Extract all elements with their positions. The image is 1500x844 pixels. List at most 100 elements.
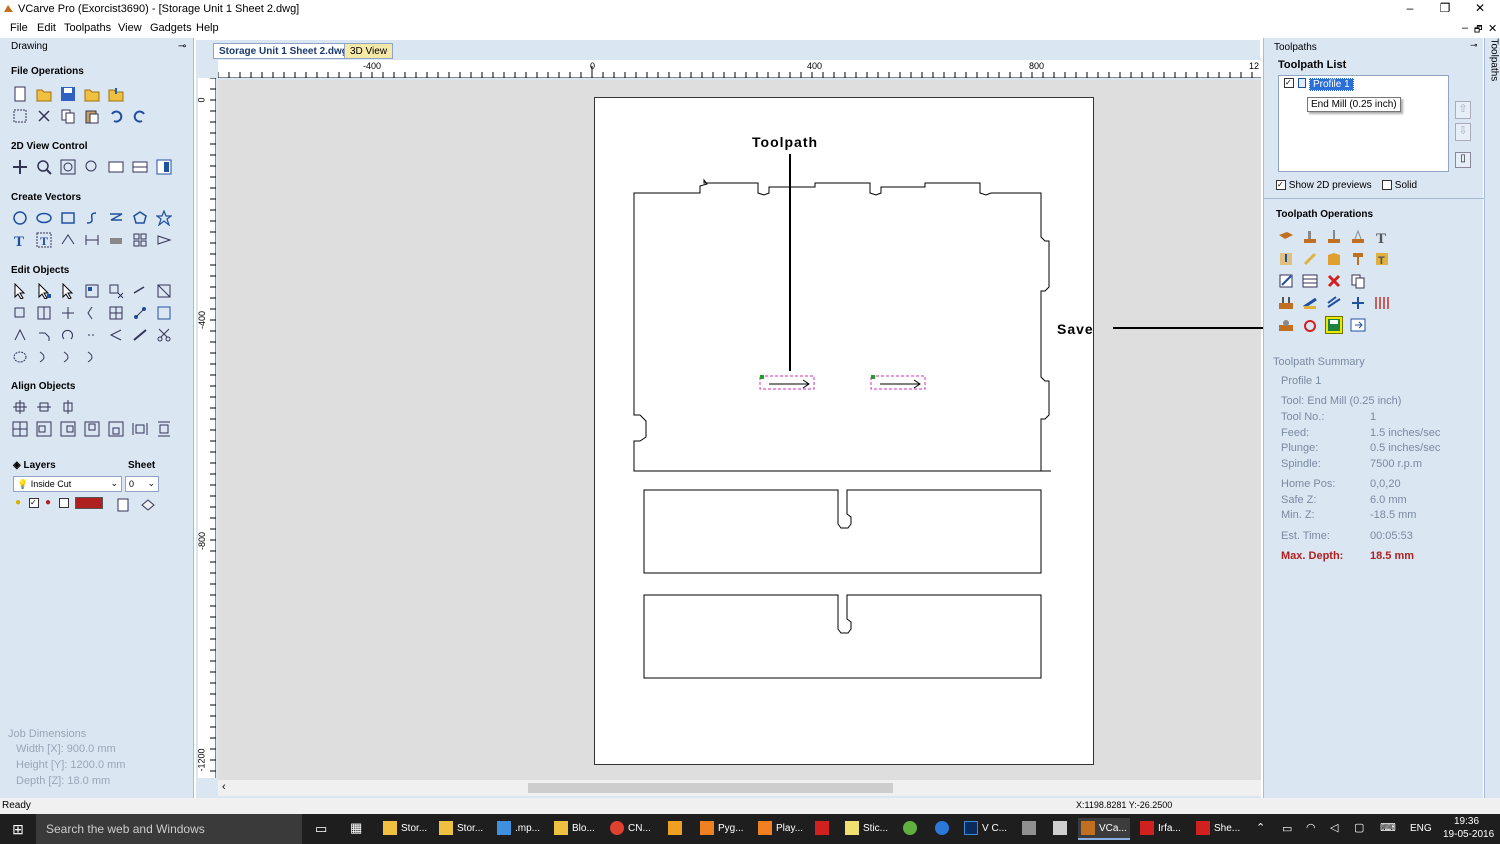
cut-icon[interactable] xyxy=(36,108,52,124)
vector-drawing[interactable] xyxy=(594,97,1094,765)
drilling-toolpath-icon[interactable] xyxy=(1326,229,1342,245)
taskbar-app-3[interactable]: .mp... xyxy=(497,818,540,840)
tab-3d-view[interactable]: 3D View xyxy=(344,43,394,59)
pocket-toolpath-icon[interactable] xyxy=(1302,229,1318,245)
distort-icon[interactable] xyxy=(60,305,76,321)
taskbar-app-6[interactable]: Pyg... xyxy=(700,818,744,840)
language-indicator[interactable]: ENG xyxy=(1410,823,1432,834)
import-toolpath-icon[interactable] xyxy=(1278,251,1294,267)
view-split-icon[interactable] xyxy=(132,159,148,175)
polygon-icon[interactable] xyxy=(132,210,148,226)
array-icon[interactable] xyxy=(132,232,148,248)
taskbar-calculator-icon[interactable] xyxy=(1053,818,1071,840)
zoom-icon[interactable] xyxy=(36,159,52,175)
scroll-thumb[interactable] xyxy=(528,783,893,793)
text-on-curve-icon[interactable] xyxy=(60,232,76,248)
rectangle-icon[interactable] xyxy=(60,210,76,226)
text-icon[interactable]: T xyxy=(12,232,28,250)
move-icon[interactable] xyxy=(132,283,148,299)
notification-icon[interactable]: ▢ xyxy=(1354,821,1364,834)
move-up-button[interactable]: ⇧ xyxy=(1455,101,1471,119)
toolpath-list[interactable]: ✓ Profile 1 End Mill (0.25 inch) xyxy=(1278,75,1449,172)
start-button[interactable]: ⊞ xyxy=(0,814,36,844)
scissors-icon[interactable] xyxy=(156,327,172,343)
main-panel-outline[interactable] xyxy=(633,178,1051,472)
dimension-icon[interactable] xyxy=(84,232,100,248)
node-edit-icon[interactable] xyxy=(36,282,52,300)
post-processor-icon[interactable] xyxy=(1350,317,1366,333)
engrave-toolpath-icon[interactable]: T xyxy=(1374,251,1390,267)
join-icon[interactable] xyxy=(132,305,148,321)
tab-icon[interactable] xyxy=(60,349,76,365)
taskbar-app-10[interactable]: VCa... xyxy=(1078,818,1130,840)
transform-toolpath-icon[interactable] xyxy=(1350,295,1366,311)
clock-date[interactable]: 19-05-2016 xyxy=(1443,829,1494,840)
taskbar-app-11[interactable]: Irfa... xyxy=(1140,818,1181,840)
trim-icon[interactable] xyxy=(60,327,76,343)
ungroup-icon[interactable] xyxy=(108,283,124,299)
wrap-toolpath-icon[interactable] xyxy=(1326,295,1342,311)
solid-option[interactable]: Solid xyxy=(1382,180,1417,191)
smooth-icon[interactable] xyxy=(12,349,28,365)
center-in-material-icon[interactable] xyxy=(12,421,28,437)
undo-icon[interactable] xyxy=(108,108,124,124)
view-panel-icon[interactable] xyxy=(156,159,172,175)
menu-view[interactable]: View xyxy=(118,22,142,34)
curve-icon[interactable] xyxy=(108,210,124,226)
vcarve-toolpath-icon[interactable] xyxy=(1350,229,1366,245)
taskbar-edge-icon[interactable] xyxy=(935,818,953,840)
circle-icon[interactable] xyxy=(12,210,28,226)
align-left-icon[interactable] xyxy=(36,421,52,437)
open-folder-icon[interactable] xyxy=(84,86,100,102)
corner-icon[interactable] xyxy=(108,327,124,343)
taskbar-app-5[interactable]: CN... xyxy=(610,818,651,840)
copy-toolpath-icon[interactable] xyxy=(1350,273,1366,289)
view-layout-icon[interactable] xyxy=(108,159,124,175)
chamfer-icon[interactable] xyxy=(36,327,52,343)
preview-toolpath-icon[interactable] xyxy=(1278,295,1294,311)
scale-icon[interactable] xyxy=(156,283,172,299)
layer-select[interactable]: 💡 Inside Cut ⌄ xyxy=(13,476,122,492)
wifi-icon[interactable]: ◠ xyxy=(1306,821,1316,834)
import-icon[interactable] xyxy=(108,86,124,102)
menu-toolpaths[interactable]: Toolpaths xyxy=(64,22,111,34)
toolpath-list-item[interactable]: Profile 1 xyxy=(1309,78,1354,91)
job-setup-icon[interactable] xyxy=(12,108,28,124)
save-file-icon[interactable] xyxy=(60,86,76,102)
offset-icon[interactable] xyxy=(84,305,100,321)
mdi-close[interactable]: ✕ xyxy=(1488,22,1497,35)
horizontal-scrollbar[interactable]: ‹ xyxy=(218,780,1261,796)
sheet-select[interactable]: 0 ⌄ xyxy=(125,476,159,492)
fillet-icon[interactable] xyxy=(12,327,28,343)
mirror-icon[interactable] xyxy=(36,305,52,321)
zoom-extents-icon[interactable] xyxy=(60,159,76,175)
pin-icon[interactable]: ⊸ xyxy=(178,41,186,52)
fluting-toolpath-icon[interactable] xyxy=(1326,251,1342,267)
distribute-h-icon[interactable] xyxy=(132,421,148,437)
taskbar-app-1[interactable]: Stor... xyxy=(383,818,427,840)
align-h-center-icon[interactable] xyxy=(36,399,52,415)
simulate-toolpath-icon[interactable] xyxy=(1278,317,1294,333)
taskbar-media-icon[interactable] xyxy=(668,818,686,840)
shelf-panel-2-outline[interactable] xyxy=(643,594,1042,679)
pin-icon[interactable]: ⊸ xyxy=(1470,40,1478,51)
taskbar-app-7[interactable]: Play... xyxy=(758,818,803,840)
keyboard-icon[interactable]: ⌨ xyxy=(1380,821,1396,834)
zoom-box-icon[interactable] xyxy=(84,159,100,175)
weld-icon[interactable] xyxy=(108,305,124,321)
taskbar-tool-icon[interactable] xyxy=(1022,818,1040,840)
align-v-center-icon[interactable] xyxy=(60,399,76,415)
minimize-button[interactable]: – xyxy=(1395,0,1425,18)
knife-icon[interactable] xyxy=(132,327,148,343)
toolpaths-side-tab[interactable]: Toolpaths xyxy=(1484,38,1500,798)
delete-toolpath-icon[interactable] xyxy=(1326,273,1342,289)
taskbar-flash-icon[interactable] xyxy=(815,818,833,840)
group-icon[interactable] xyxy=(84,283,100,299)
nest-icon[interactable] xyxy=(156,305,172,321)
move-down-button[interactable]: ⇩ xyxy=(1455,123,1471,141)
copy-icon[interactable] xyxy=(60,108,76,124)
star-icon[interactable] xyxy=(155,209,173,227)
battery-icon[interactable]: ▭ xyxy=(1282,822,1292,835)
taskbar-torrent-icon[interactable] xyxy=(903,818,921,840)
rotate-icon[interactable] xyxy=(12,305,28,321)
